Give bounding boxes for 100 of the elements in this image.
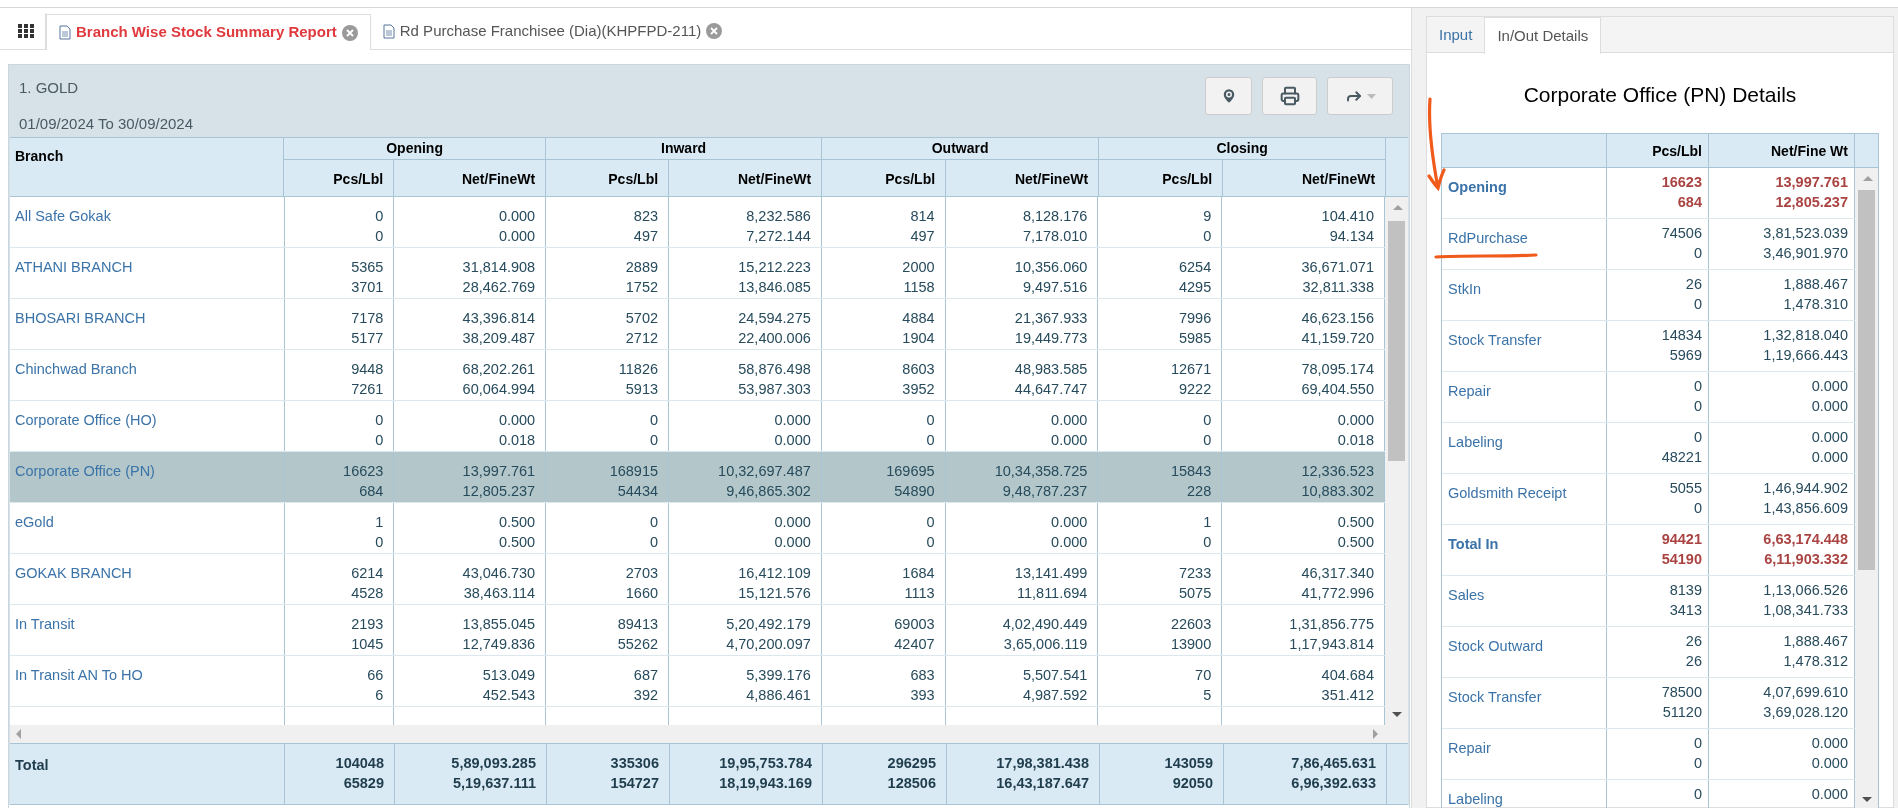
column-header: Pcs/Lbl xyxy=(546,160,670,196)
column-header: Net/FineWt xyxy=(394,160,547,196)
table-row[interactable]: Corporate Office (PN) 16623 684 13,997.761 12,805.237 168915 54434 10,32,697.487 9,46,865.302 169695 54890 10,34,358.725 9,48,787.237 15843 228 12,336.523 10,883.302 xyxy=(10,452,1385,503)
print-button[interactable] xyxy=(1262,77,1317,115)
branch-link[interactable]: All Safe Gokak xyxy=(15,206,111,228)
table-cell: 0 0 xyxy=(821,503,946,553)
table-cell: 9 0 xyxy=(1098,197,1223,247)
table-cell: 0 0 xyxy=(1607,728,1709,779)
table-cell: 104048 65829 xyxy=(285,744,395,804)
table-cell: 823 497 xyxy=(546,197,669,247)
close-icon[interactable] xyxy=(706,23,723,39)
table-cell: 0 0 xyxy=(821,401,946,451)
caret-icon xyxy=(1366,93,1376,99)
table-cell: 5365 3701 xyxy=(284,248,395,298)
vertical-scrollbar[interactable] xyxy=(1855,167,1878,808)
table-cell: 74506 0 xyxy=(1607,218,1709,269)
detail-link[interactable]: Goldsmith Receipt xyxy=(1448,484,1567,501)
table-cell: 70 5 xyxy=(1098,656,1223,706)
table-cell: 8,232.586 7,272.144 xyxy=(669,197,822,247)
table-cell: 0.000 0.000 xyxy=(669,503,822,553)
table-cell: 68,202.261 60,064.994 xyxy=(394,350,547,400)
table-row[interactable]: In Transit 2193 1045 13,855.045 12,749.836 89413 55262 5,20,492.179 4,70,200.097 69003 42407 4,02,490.449 3,65,006.119 22603 13900 1,31,856.775 1,17,943.814 xyxy=(10,605,1385,656)
close-icon[interactable] xyxy=(341,24,358,41)
detail-link[interactable]: Repair xyxy=(1448,382,1491,399)
branch-link[interactable]: Corporate Office (PN) xyxy=(15,461,155,483)
table-cell: 58,876.498 53,987.303 xyxy=(669,350,822,400)
table-cell: 5055 0 xyxy=(1607,473,1709,524)
table-cell: 0.000 0.018 xyxy=(394,401,547,451)
detail-link[interactable]: Stock Transfer xyxy=(1448,331,1542,348)
table-cell: 296295 128506 xyxy=(823,744,947,804)
table-cell: 0 0 xyxy=(1098,401,1223,451)
table-cell: 16,412.109 15,121.576 xyxy=(669,554,822,604)
branch-link[interactable]: Corporate Office (HO) xyxy=(15,410,157,432)
detail-link[interactable]: Labeling xyxy=(1448,433,1503,450)
table-row[interactable]: eGold 1 0 0.500 0.500 0 0 0.000 0.000 0 0 0.000 0.000 1 0 0.500 0.500 xyxy=(10,503,1385,554)
table-cell: 16623 684 xyxy=(284,452,395,502)
table-cell: 4,02,490.449 3,65,006.119 xyxy=(945,605,1099,655)
tab-label: Branch Wise Stock Summary Report xyxy=(76,22,337,43)
table-cell: 89413 55262 xyxy=(546,605,669,655)
table-cell: 22603 13900 xyxy=(1098,605,1223,655)
table-cell: 0.000 0.000 xyxy=(945,401,1099,451)
vertical-scrollbar[interactable] xyxy=(1385,197,1408,725)
table-cell: 69003 42407 xyxy=(821,605,946,655)
table-row[interactable]: BHOSARI BRANCH 7178 5177 43,396.814 38,209.487 5702 2712 24,594.275 22,400.006 4884 1904 21,367.933 19,449.773 7996 5985 46,623.156 41,159.720 xyxy=(10,299,1385,350)
table-cell: 48,983.585 44,647.747 xyxy=(945,350,1099,400)
table-cell: 0 48221 xyxy=(1607,422,1709,473)
panel-tab[interactable]: In/Out Details xyxy=(1484,17,1602,54)
table-cell: 168915 54434 xyxy=(546,452,669,502)
table-cell: 0 0 xyxy=(284,197,395,247)
detail-link[interactable]: StkIn xyxy=(1448,280,1482,297)
horizontal-scrollbar[interactable] xyxy=(10,725,1408,743)
branch-link[interactable]: Chinchwad Branch xyxy=(15,359,137,381)
branch-link[interactable]: In Transit AN To HO xyxy=(15,665,143,687)
table-cell: 2703 1660 xyxy=(546,554,669,604)
table-row[interactable]: All Safe Gokak 0 0 0.000 0.000 823 497 8,232.586 7,272.144 814 497 8,128.176 7,178.010 9 0 104.410 94.134 xyxy=(10,197,1385,248)
table-cell: 12671 9222 xyxy=(1098,350,1223,400)
detail-link[interactable]: Sales xyxy=(1448,586,1485,603)
report-tab[interactable]: Rd Purchase Franchisee (Dia)(KHPFPD-211) xyxy=(370,13,735,49)
table-cell: 5,20,492.179 4,70,200.097 xyxy=(669,605,822,655)
table-row[interactable]: GOKAK BRANCH 6214 4528 43,046.730 38,463.114 2703 1660 16,412.109 15,121.576 1684 1113 13,141.499 11,811.694 7233 5075 46,317.340 41,772.996 xyxy=(10,554,1385,605)
table-cell: 814 497 xyxy=(821,197,946,247)
table-cell: 0.500 0.500 xyxy=(394,503,547,553)
detail-link[interactable]: Stock Outward xyxy=(1448,637,1544,654)
branch-link[interactable]: eGold xyxy=(15,512,54,534)
table-cell: 66 6 xyxy=(284,656,395,706)
branch-link[interactable]: In Transit xyxy=(15,614,75,636)
table-cell: 94421 54190 xyxy=(1607,524,1709,575)
table-cell: 143059 92050 xyxy=(1100,744,1224,804)
panel-tab[interactable]: Input xyxy=(1427,17,1485,54)
table-row[interactable]: ATHANI BRANCH 5365 3701 31,814.908 28,462.769 2889 1752 15,212.223 13,846.085 2000 1158 10,356.060 9,497.516 6254 4295 36,671.071 32,811.338 xyxy=(10,248,1385,299)
table-cell: 1 0 xyxy=(284,503,395,553)
table-cell: 13,141.499 11,811.694 xyxy=(945,554,1099,604)
table-cell: 0 0 xyxy=(546,503,669,553)
detail-link[interactable]: RdPurchase xyxy=(1448,229,1528,246)
branch-link[interactable]: BHOSARI BRANCH xyxy=(15,308,146,330)
branch-link[interactable]: ATHANI BRANCH xyxy=(15,257,133,279)
location-button[interactable] xyxy=(1205,77,1252,115)
column-group-header: Inward xyxy=(546,138,823,160)
table-row[interactable]: In Transit AN To HO 66 6 513.049 452.543 687 392 5,399.176 4,886.461 683 393 5,507.541 4,987.592 70 5 404.684 351.412 xyxy=(10,656,1385,707)
document-icon xyxy=(382,23,395,39)
table-cell: 0.000 0.000 xyxy=(394,197,547,247)
column-group-header: Opening xyxy=(284,138,547,160)
report-tab[interactable]: Branch Wise Stock Summary Report xyxy=(46,14,371,50)
table-cell: 26 0 xyxy=(1607,269,1709,320)
detail-link[interactable]: Repair xyxy=(1448,739,1491,756)
branch-link[interactable]: GOKAK BRANCH xyxy=(15,563,132,585)
column-header: Pcs/Lbl xyxy=(822,160,947,196)
table-cell: 335306 154727 xyxy=(547,744,670,804)
detail-link[interactable]: Labeling xyxy=(1448,790,1503,807)
detail-link[interactable]: Stock Transfer xyxy=(1448,688,1542,705)
table-row[interactable]: Corporate Office (HO) 0 0 0.000 0.018 0 0 0.000 0.000 0 0 0.000 0.000 0 0 0.000 0.018 xyxy=(10,401,1385,452)
table-cell: 0 0 xyxy=(284,401,395,451)
table-cell: 8603 3952 xyxy=(821,350,946,400)
share-dropdown-button[interactable] xyxy=(1327,77,1393,115)
table-cell: 31,814.908 28,462.769 xyxy=(394,248,547,298)
table-cell: 43,396.814 38,209.487 xyxy=(394,299,547,349)
table-row[interactable]: Chinchwad Branch 9448 7261 68,202.261 60,064.994 11826 5913 58,876.498 53,987.303 8603 3952 48,983.585 44,647.747 12671 9222 78,095.174 69,404.550 xyxy=(10,350,1385,401)
table-cell: 2000 1158 xyxy=(821,248,946,298)
column-header: Net/Fine Wt xyxy=(1709,133,1855,167)
table-cell: 0.000 0.000 xyxy=(669,401,822,451)
